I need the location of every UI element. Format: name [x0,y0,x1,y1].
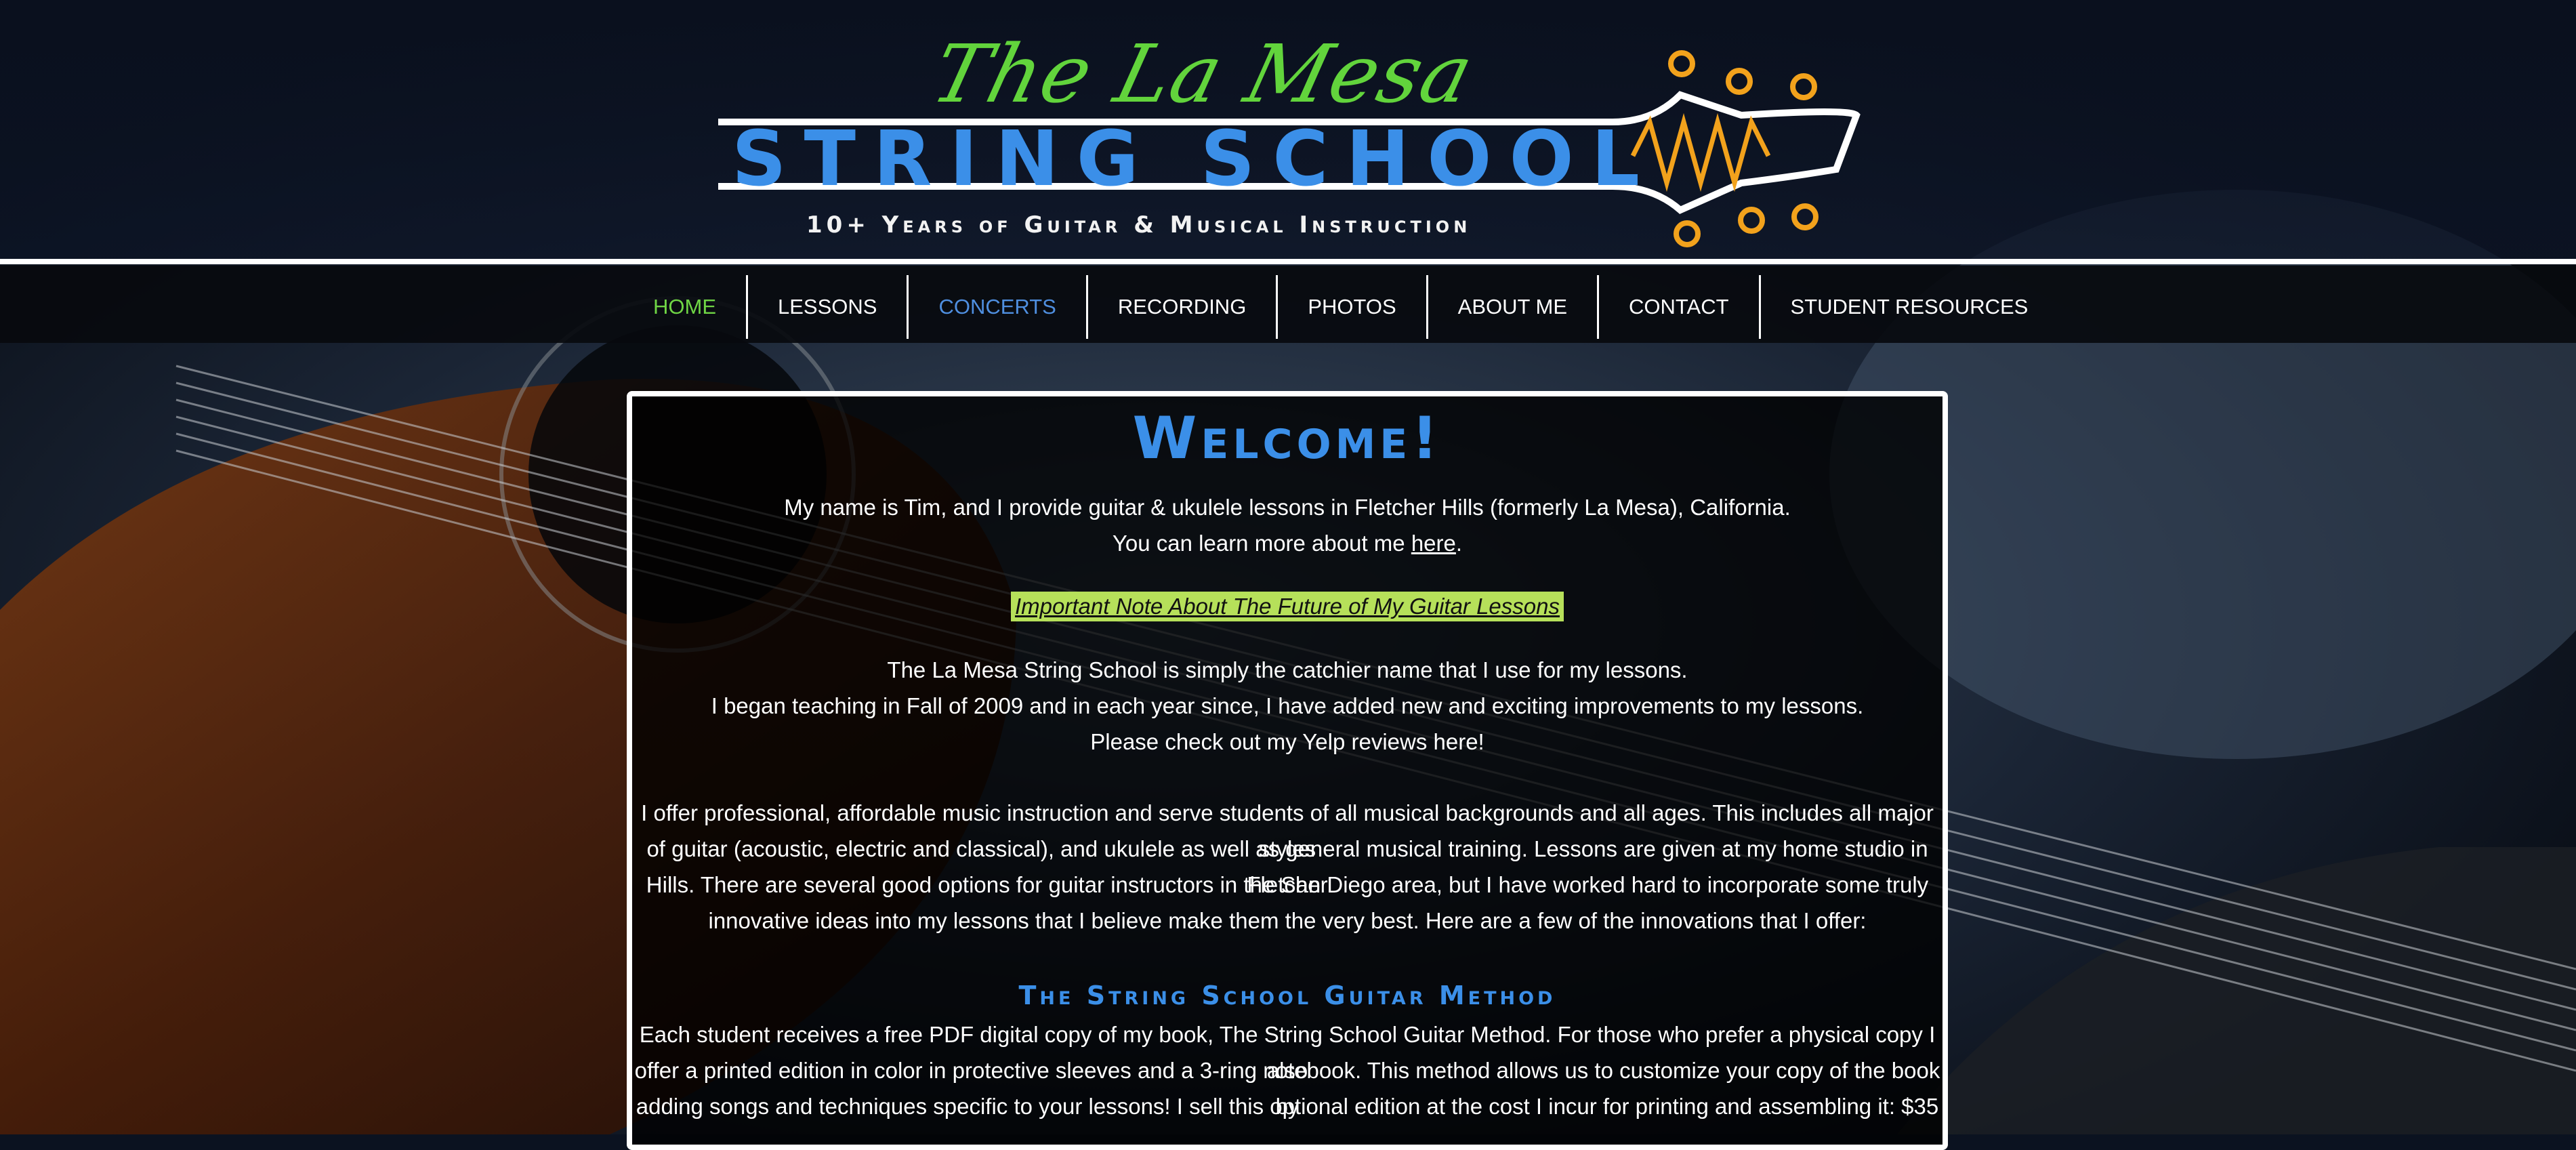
site-logo[interactable]: The La Mesa STRING SCHOOL 10+ Years of G… [711,14,1863,251]
yelp-reviews-link[interactable]: Please check out my Yelp reviews here! [632,724,1943,760]
main-navigation: HOME LESSONS CONCERTS RECORDING PHOTOS A… [0,266,2576,343]
method-section-title: The String School Guitar Method [1018,981,1556,1010]
about-text-line1: The La Mesa String School is simply the … [887,657,1688,682]
logo-tagline: 10+ Years of Guitar & Musical Instructio… [806,211,1472,239]
nav-items: HOME LESSONS CONCERTS RECORDING PHOTOS A… [623,275,2058,339]
important-note-link[interactable]: Important Note About The Future of My Gu… [1011,592,1564,621]
nav-item-lessons[interactable]: LESSONS [748,275,909,339]
intro-text-line2: You can learn more about me here. [632,525,1943,561]
intro-text-line1: My name is Tim, and I provide guitar & u… [784,495,1791,520]
logo-script-text: The La Mesa [923,27,1484,121]
header-divider [0,259,2576,264]
method-text-line3: adding songs and techniques specific to … [636,1094,1939,1119]
intro-prefix: You can learn more about me [1112,531,1411,556]
nav-item-contact[interactable]: CONTACT [1599,275,1761,339]
nav-item-recording[interactable]: RECORDING [1088,275,1279,339]
about-me-link[interactable]: here [1411,531,1456,556]
offer-text-line3: Hills. There are several good options fo… [646,872,1929,897]
welcome-content-card: Welcome! My name is Tim, and I provide g… [627,391,1948,1150]
page-title: Welcome! [1132,405,1442,472]
nav-item-home[interactable]: HOME [623,275,748,339]
nav-item-photos[interactable]: PHOTOS [1278,275,1428,339]
important-note-row: Important Note About The Future of My Gu… [632,588,1943,624]
intro-suffix: . [1455,531,1463,556]
about-text-line2: I began teaching in Fall of 2009 and in … [711,693,1864,718]
logo-main-text: STRING SCHOOL [732,115,1658,203]
offer-text-line4: innovative ideas into my lessons that I … [708,908,1867,933]
nav-item-student-resources[interactable]: STUDENT RESOURCES [1761,275,2058,339]
site-header: The La Mesa STRING SCHOOL 10+ Years of G… [0,0,2576,264]
nav-item-concerts[interactable]: CONCERTS [909,275,1088,339]
nav-item-about-me[interactable]: ABOUT ME [1428,275,1599,339]
